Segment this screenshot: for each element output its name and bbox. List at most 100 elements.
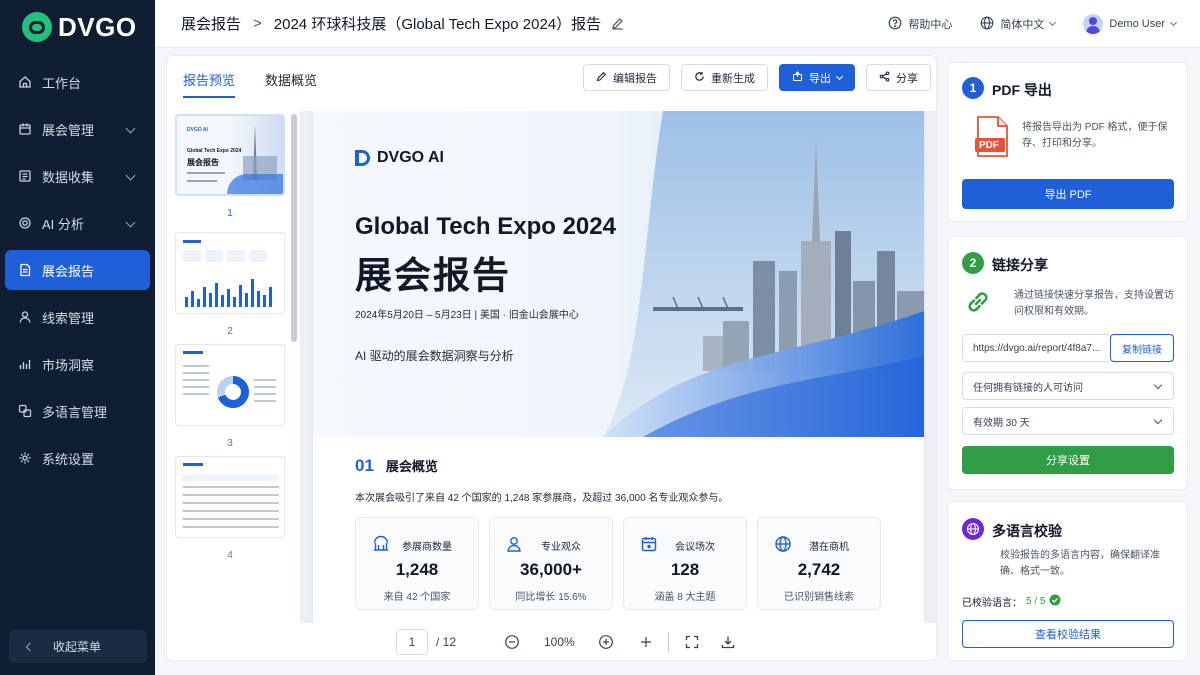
chevron-left-icon — [25, 642, 35, 651]
globe-icon — [980, 16, 994, 33]
plus-icon[interactable] — [638, 634, 654, 650]
export-button[interactable]: 导出 — [779, 64, 855, 91]
page-number-input[interactable]: 1 — [396, 629, 428, 655]
multilang-check-desc: 校验报告的多语言内容，确保翻译准确、格式一致。 — [1000, 550, 1160, 577]
document-date-place: 2024年5月20日 – 5月23日 | 美国 · 旧金山会展中心 — [355, 310, 579, 321]
share-settings-button[interactable]: 分享设置 — [962, 446, 1174, 474]
stat-note: 来自 42 个国家 — [383, 592, 451, 603]
edit-title-icon[interactable] — [611, 17, 624, 30]
sidebar-item-settings[interactable]: 系统设置 — [5, 438, 150, 478]
regenerate-label: 重新生成 — [711, 72, 755, 85]
stat-cards: 参展商数量 1,248 来自 42 个国家 专业观众 36,000+ 同比增长 … — [355, 517, 881, 610]
pdf-file-badge: PDF — [979, 140, 999, 151]
zoom-in-icon[interactable] — [598, 634, 614, 650]
document-subtitle: AI 驱动的展会数据洞察与分析 — [355, 349, 514, 363]
stat-card-sessions: 会议场次 128 涵盖 8 大主题 — [623, 517, 747, 610]
link-share-card: 2 链接分享 通过链接快速分享报告，支持设置访问权限和有效期。 https://… — [947, 236, 1188, 490]
thumbnail-page[interactable] — [175, 344, 285, 426]
link-share-title: 链接分享 — [992, 257, 1048, 273]
verified-label: 已校验语言： — [962, 598, 1022, 609]
breadcrumb-separator: > — [253, 15, 262, 32]
thumbnail-donut-chart-icon — [217, 376, 249, 408]
share-button[interactable]: 分享 — [866, 64, 931, 91]
sidebar-item-label: 线索管理 — [42, 310, 95, 326]
thumbnail-page-number: 4 — [227, 550, 233, 561]
sidebar-item-label: AI 分析 — [42, 216, 84, 232]
export-pdf-button[interactable]: 导出 PDF — [962, 179, 1174, 209]
report-page: DVGO AI Global Tech Expo 2024 展会报告 2024年… — [313, 111, 924, 623]
stat-value: 1,248 — [395, 560, 439, 579]
language-selector[interactable]: 简体中文 — [980, 16, 1057, 33]
check-circle-icon — [1049, 594, 1061, 609]
help-icon — [888, 16, 902, 33]
document-logo-text: DVGO AI — [377, 149, 444, 166]
chevron-down-icon — [125, 170, 136, 181]
language-label: 简体中文 — [1000, 19, 1045, 31]
collapse-menu-label: 收起菜单 — [53, 640, 102, 654]
chevron-down-icon — [1153, 380, 1163, 390]
sidebar-nav: 工作台 展会管理 数据收集 AI 分析 展会报告 线索管理 市场洞察 多语言管理… — [0, 62, 155, 478]
chevron-down-icon — [1049, 18, 1057, 27]
user-menu[interactable]: Demo User — [1083, 14, 1178, 34]
sidebar-item-market-insight[interactable]: 市场洞察 — [5, 344, 150, 384]
stat-label: 参展商数量 — [402, 542, 452, 553]
page-title: 2024 环球科技展（Global Tech Expo 2024）报告 — [273, 16, 602, 33]
download-icon[interactable] — [720, 634, 736, 650]
thumbnail-scrollbar[interactable] — [291, 114, 297, 342]
expiry-select[interactable]: 有效期 30 天 — [962, 407, 1174, 435]
document-title-cn: 展会报告 — [355, 255, 511, 296]
header-actions: 帮助中心 简体中文 Demo User — [888, 0, 1178, 48]
brand-logo-icon — [22, 12, 52, 42]
fullscreen-icon[interactable] — [684, 634, 700, 650]
help-label: 帮助中心 — [908, 19, 953, 31]
thumbnail-page[interactable]: DVGO AI Global Tech Expo 2024 展会报告 — [175, 114, 285, 196]
collapse-menu-button[interactable]: 收起菜单 — [9, 630, 147, 663]
chevron-down-icon — [1169, 18, 1178, 27]
breadcrumb-root[interactable]: 展会报告 — [181, 13, 241, 34]
bar-chart-icon — [18, 357, 32, 371]
section-title: 展会概览 — [385, 459, 438, 474]
stat-label: 潜在商机 — [809, 542, 849, 553]
user-name: Demo User — [1109, 18, 1165, 30]
stat-note: 涵盖 8 大主题 — [654, 592, 716, 603]
thumbnail-subtitle: 展会报告 — [187, 158, 219, 167]
step-badge: 1 — [962, 77, 984, 99]
copy-link-button[interactable]: 复制链接 — [1110, 334, 1174, 362]
thumbnail-logo: DVGO AI — [187, 127, 208, 133]
multilang-check-card: 多语言校验 校验报告的多语言内容，确保翻译准确、格式一致。 已校验语言： 5 /… — [947, 501, 1188, 661]
calendar-icon — [18, 122, 32, 136]
sidebar-item-ai-analysis[interactable]: AI 分析 — [5, 203, 150, 243]
help-center-link[interactable]: 帮助中心 — [888, 16, 952, 33]
pager-divider — [668, 632, 669, 652]
view-check-results-button[interactable]: 查看校验结果 — [962, 620, 1174, 648]
sidebar-item-expo-management[interactable]: 展会管理 — [5, 109, 150, 149]
pdf-export-title: PDF 导出 — [992, 82, 1052, 98]
stat-value: 128 — [670, 560, 700, 579]
pdf-file-icon: PDF — [975, 116, 1009, 158]
edit-report-label: 编辑报告 — [613, 72, 657, 85]
tab-data-overview[interactable]: 数据概览 — [265, 56, 317, 100]
thumbnail-page[interactable] — [175, 456, 285, 538]
zoom-out-icon[interactable] — [504, 634, 520, 650]
access-permission-select[interactable]: 任何拥有链接的人可访问 — [962, 372, 1174, 400]
page-total: / 12 — [436, 635, 457, 649]
sidebar-item-multilingual[interactable]: 多语言管理 — [5, 391, 150, 431]
city-skyline-image — [603, 111, 924, 437]
brand[interactable]: DVGO — [0, 0, 155, 54]
sidebar-item-data-collection[interactable]: 数据收集 — [5, 156, 150, 196]
share-link-field[interactable]: https://dvgo.ai/report/4f8a7... — [962, 334, 1110, 362]
report-icon — [18, 263, 32, 277]
translate-icon — [18, 404, 32, 418]
ai-gear-icon — [18, 216, 32, 230]
thumbnail-page[interactable] — [175, 232, 285, 314]
sidebar-item-dashboard[interactable]: 工作台 — [5, 62, 150, 102]
thumbnail-title: Global Tech Expo 2024 — [187, 148, 242, 154]
stat-value: 2,742 — [797, 560, 841, 579]
sidebar-item-expo-report[interactable]: 展会报告 — [5, 250, 150, 290]
stat-note: 已识别销售线索 — [784, 592, 854, 603]
edit-report-button[interactable]: 编辑报告 — [583, 64, 670, 91]
section-number: 01 — [355, 456, 374, 475]
regenerate-button[interactable]: 重新生成 — [681, 64, 768, 91]
sidebar-item-leads[interactable]: 线索管理 — [5, 297, 150, 337]
tab-report-preview[interactable]: 报告预览 — [183, 56, 236, 100]
